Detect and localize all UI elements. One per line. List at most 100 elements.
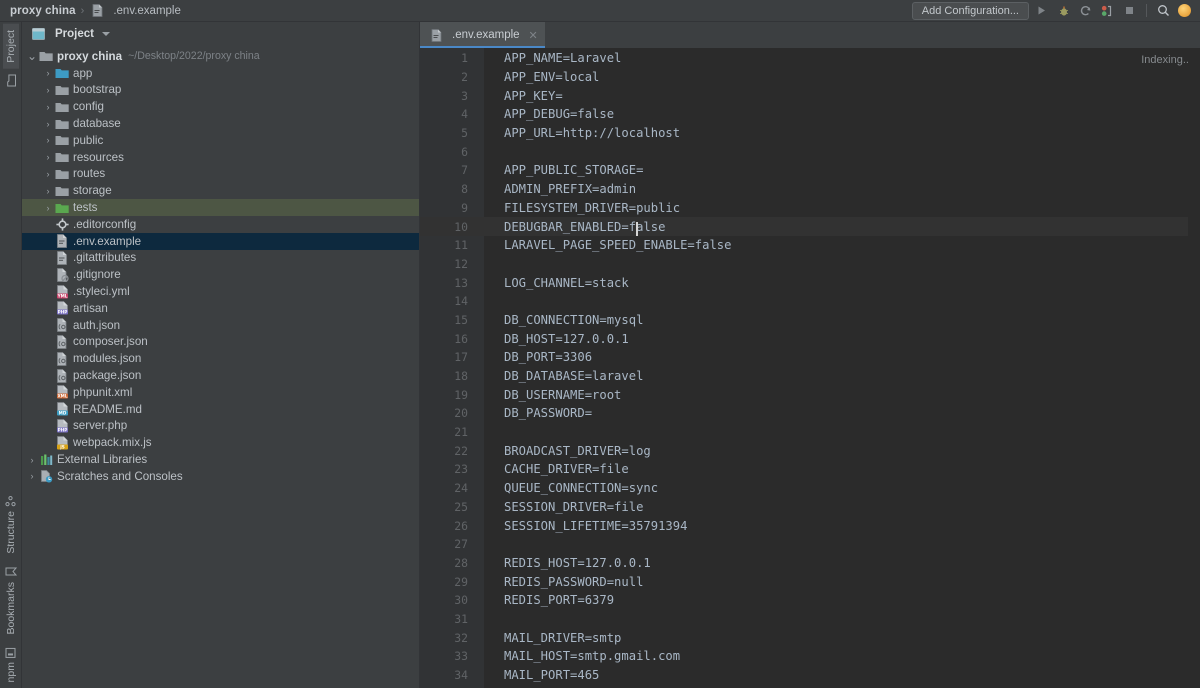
code-line[interactable]: 23 CACHE_DRIVER=file	[420, 460, 1200, 479]
line-text: MAIL_HOST=smtp.gmail.com	[504, 649, 681, 664]
code-line[interactable]: 11 LARAVEL_PAGE_SPEED_ENABLE=false	[420, 236, 1200, 255]
code-line[interactable]: 20 DB_PASSWORD=	[420, 404, 1200, 423]
tree-item-artisan[interactable]: PHP artisan	[22, 300, 419, 317]
code-line[interactable]: 27	[420, 535, 1200, 554]
code-line[interactable]: 33 MAIL_HOST=smtp.gmail.com	[420, 647, 1200, 666]
chevron-right-icon[interactable]: ›	[26, 455, 38, 465]
tree-item-auth-json[interactable]: auth.json	[22, 317, 419, 334]
profile-button[interactable]	[1098, 1, 1117, 20]
run-with-coverage-button[interactable]	[1076, 1, 1095, 20]
rail-label-structure: Structure	[4, 511, 17, 555]
tree-item-resources[interactable]: › resources	[22, 149, 419, 166]
chevron-right-icon[interactable]: ›	[42, 119, 54, 129]
tree-item-scratches-and-consoles[interactable]: › Scratches and Consoles	[22, 468, 419, 485]
code-line[interactable]: 34 MAIL_PORT=465	[420, 666, 1200, 685]
tree-item-styleci-yml[interactable]: YML .styleci.yml	[22, 283, 419, 300]
code-line[interactable]: 18 DB_DATABASE=laravel	[420, 367, 1200, 386]
run-button[interactable]	[1032, 1, 1051, 20]
chevron-down-icon[interactable]	[102, 32, 110, 36]
code-line[interactable]: 14	[420, 292, 1200, 311]
code-line[interactable]: 25 SESSION_DRIVER=file	[420, 498, 1200, 517]
chevron-right-icon[interactable]: ›	[42, 169, 54, 179]
rail-button-bookmarks[interactable]: Bookmarks	[3, 560, 19, 641]
code-line[interactable]: 3 APP_KEY=	[420, 86, 1200, 105]
tree-item-database[interactable]: › database	[22, 115, 419, 132]
project-tree[interactable]: ⌄ proxy china ~/Desktop/2022/proxy china ›…	[22, 46, 419, 688]
code-line[interactable]: 6	[420, 142, 1200, 161]
tree-item-storage[interactable]: › storage	[22, 182, 419, 199]
tree-item-gitattributes[interactable]: .gitattributes	[22, 250, 419, 267]
tree-item-tests[interactable]: › tests	[22, 199, 419, 216]
code-line[interactable]: 4 APP_DEBUG=false	[420, 105, 1200, 124]
stop-button[interactable]	[1120, 1, 1139, 20]
chevron-right-icon[interactable]: ›	[42, 102, 54, 112]
rail-button-folder[interactable]	[3, 69, 19, 92]
tree-item-modules-json[interactable]: modules.json	[22, 350, 419, 367]
left-tool-rail: Project Structure Bookmarks npm	[0, 22, 22, 688]
chevron-right-icon[interactable]: ›	[42, 68, 54, 78]
tree-item-phpunit-xml[interactable]: XML phpunit.xml	[22, 384, 419, 401]
rail-button-structure[interactable]: Structure	[3, 490, 19, 560]
code-line[interactable]: 21	[420, 423, 1200, 442]
chevron-right-icon[interactable]: ›	[42, 135, 54, 145]
rail-button-npm[interactable]: npm	[3, 641, 19, 688]
code-line[interactable]: 2 APP_ENV=local	[420, 68, 1200, 87]
tree-item-env-example[interactable]: .env.example	[22, 232, 419, 250]
editor-error-stripe[interactable]	[1188, 48, 1200, 688]
code-line[interactable]: 29 REDIS_PASSWORD=null	[420, 572, 1200, 591]
chevron-right-icon[interactable]: ›	[26, 471, 38, 481]
tree-item-config[interactable]: › config	[22, 98, 419, 115]
chevron-down-icon[interactable]: ⌄	[26, 50, 38, 62]
code-line[interactable]: 15 DB_CONNECTION=mysql	[420, 311, 1200, 330]
chevron-right-icon[interactable]: ›	[42, 152, 54, 162]
tree-item-root[interactable]: ⌄ proxy china ~/Desktop/2022/proxy china	[22, 48, 419, 65]
tree-item-editorconfig[interactable]: .editorconfig	[22, 216, 419, 233]
code-line[interactable]: 19 DB_USERNAME=root	[420, 385, 1200, 404]
code-line[interactable]: 31	[420, 610, 1200, 629]
close-icon[interactable]: ✕	[529, 29, 538, 42]
code-line[interactable]: 10 DEBUGBAR_ENABLED=false	[420, 217, 1200, 237]
code-line[interactable]: 22 BROADCAST_DRIVER=log	[420, 441, 1200, 460]
code-line[interactable]: 32 MAIL_DRIVER=smtp	[420, 628, 1200, 647]
code-line[interactable]: 13 LOG_CHANNEL=stack	[420, 273, 1200, 292]
tree-item-server-php[interactable]: PHP server.php	[22, 418, 419, 435]
code-line[interactable]: 28 REDIS_HOST=127.0.0.1	[420, 554, 1200, 573]
code-line[interactable]: 7 APP_PUBLIC_STORAGE=	[420, 161, 1200, 180]
tree-item-composer-json[interactable]: composer.json	[22, 334, 419, 351]
debug-button[interactable]	[1054, 1, 1073, 20]
tree-item-readme-md[interactable]: MD README.md	[22, 401, 419, 418]
search-icon[interactable]	[1154, 1, 1173, 20]
code-lines[interactable]: 1 APP_NAME=Laravel 2 APP_ENV=local 3 APP_KEY=…	[420, 48, 1200, 688]
tree-item-package-json[interactable]: package.json	[22, 367, 419, 384]
tree-item-routes[interactable]: › routes	[22, 166, 419, 183]
user-avatar[interactable]	[1178, 4, 1191, 17]
add-configuration-button[interactable]: Add Configuration...	[911, 1, 1029, 20]
tree-item-app[interactable]: › app	[22, 65, 419, 82]
code-line[interactable]: 17 DB_PORT=3306	[420, 348, 1200, 367]
code-line[interactable]: 35MAIL_USERNAME=noreply.newnet@gmail.com	[420, 684, 1200, 688]
rail-button-project[interactable]: Project	[2, 24, 19, 69]
tree-item-webpack-mix-js[interactable]: JS webpack.mix.js	[22, 434, 419, 451]
tab-env-example[interactable]: .env.example ✕	[420, 22, 545, 48]
code-line[interactable]: 1 APP_NAME=Laravel	[420, 49, 1200, 68]
tree-item-bootstrap[interactable]: › bootstrap	[22, 82, 419, 99]
tree-item-external-libraries[interactable]: › External Libraries	[22, 451, 419, 468]
code-line[interactable]: 9 FILESYSTEM_DRIVER=public	[420, 199, 1200, 218]
chevron-right-icon[interactable]: ›	[42, 203, 54, 213]
code-line[interactable]: 24 QUEUE_CONNECTION=sync	[420, 479, 1200, 498]
code-line[interactable]: 8 ADMIN_PREFIX=admin	[420, 180, 1200, 199]
code-line[interactable]: 12	[420, 255, 1200, 274]
code-line[interactable]: 16 DB_HOST=127.0.0.1	[420, 329, 1200, 348]
chevron-right-icon[interactable]: ›	[42, 85, 54, 95]
line-text: DB_DATABASE=laravel	[504, 369, 644, 384]
breadcrumb-file[interactable]: .env.example	[113, 5, 181, 17]
breadcrumb-project[interactable]: proxy china	[10, 5, 76, 17]
code-line[interactable]: 30 REDIS_PORT=6379	[420, 591, 1200, 610]
toolbar-divider	[1146, 4, 1147, 17]
code-line[interactable]: 26 SESSION_LIFETIME=35791394	[420, 516, 1200, 535]
tree-item-gitignore[interactable]: .gitignore	[22, 266, 419, 283]
tree-item-public[interactable]: › public	[22, 132, 419, 149]
code-viewport[interactable]: 1 APP_NAME=Laravel 2 APP_ENV=local 3 APP_KEY=…	[420, 48, 1200, 688]
chevron-right-icon[interactable]: ›	[42, 186, 54, 196]
code-line[interactable]: 5 APP_URL=http://localhost	[420, 124, 1200, 143]
